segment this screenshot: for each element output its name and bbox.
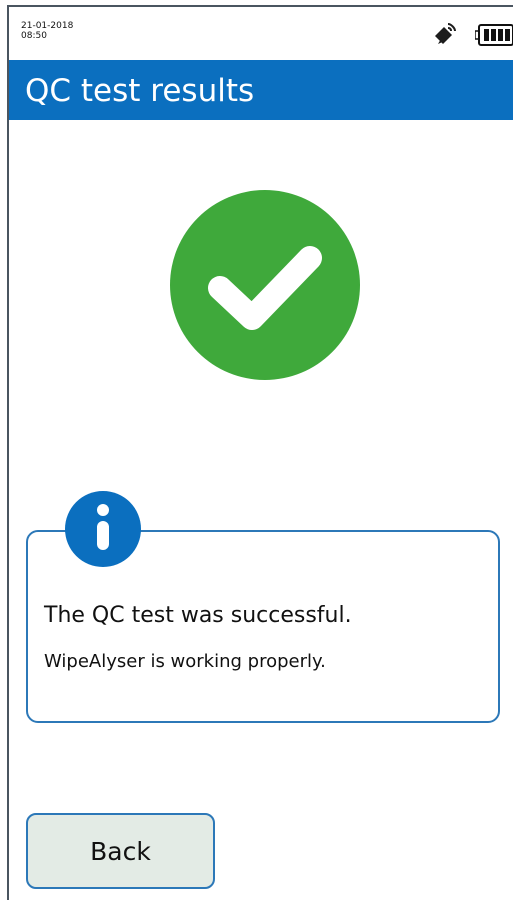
message-title: The QC test was successful. [44, 603, 352, 628]
status-date: 21-01-2018 [21, 21, 74, 31]
satellite-signal-icon [435, 23, 456, 44]
status-time: 08:50 [21, 31, 47, 41]
back-button[interactable]: Back [26, 813, 215, 889]
battery-full-icon [475, 24, 513, 46]
message-subtitle: WipeAlyser is working properly. [44, 651, 326, 672]
info-icon [65, 491, 141, 567]
page-title: QC test results [25, 73, 255, 109]
header: QC test results [9, 60, 513, 120]
screen-frame [7, 5, 513, 900]
back-button-label: Back [90, 836, 151, 866]
datetime: 21-01-2018 08:50 [21, 21, 73, 41]
success-checkmark-icon [170, 190, 360, 380]
status-bar: 21-01-2018 08:50 [9, 7, 513, 59]
